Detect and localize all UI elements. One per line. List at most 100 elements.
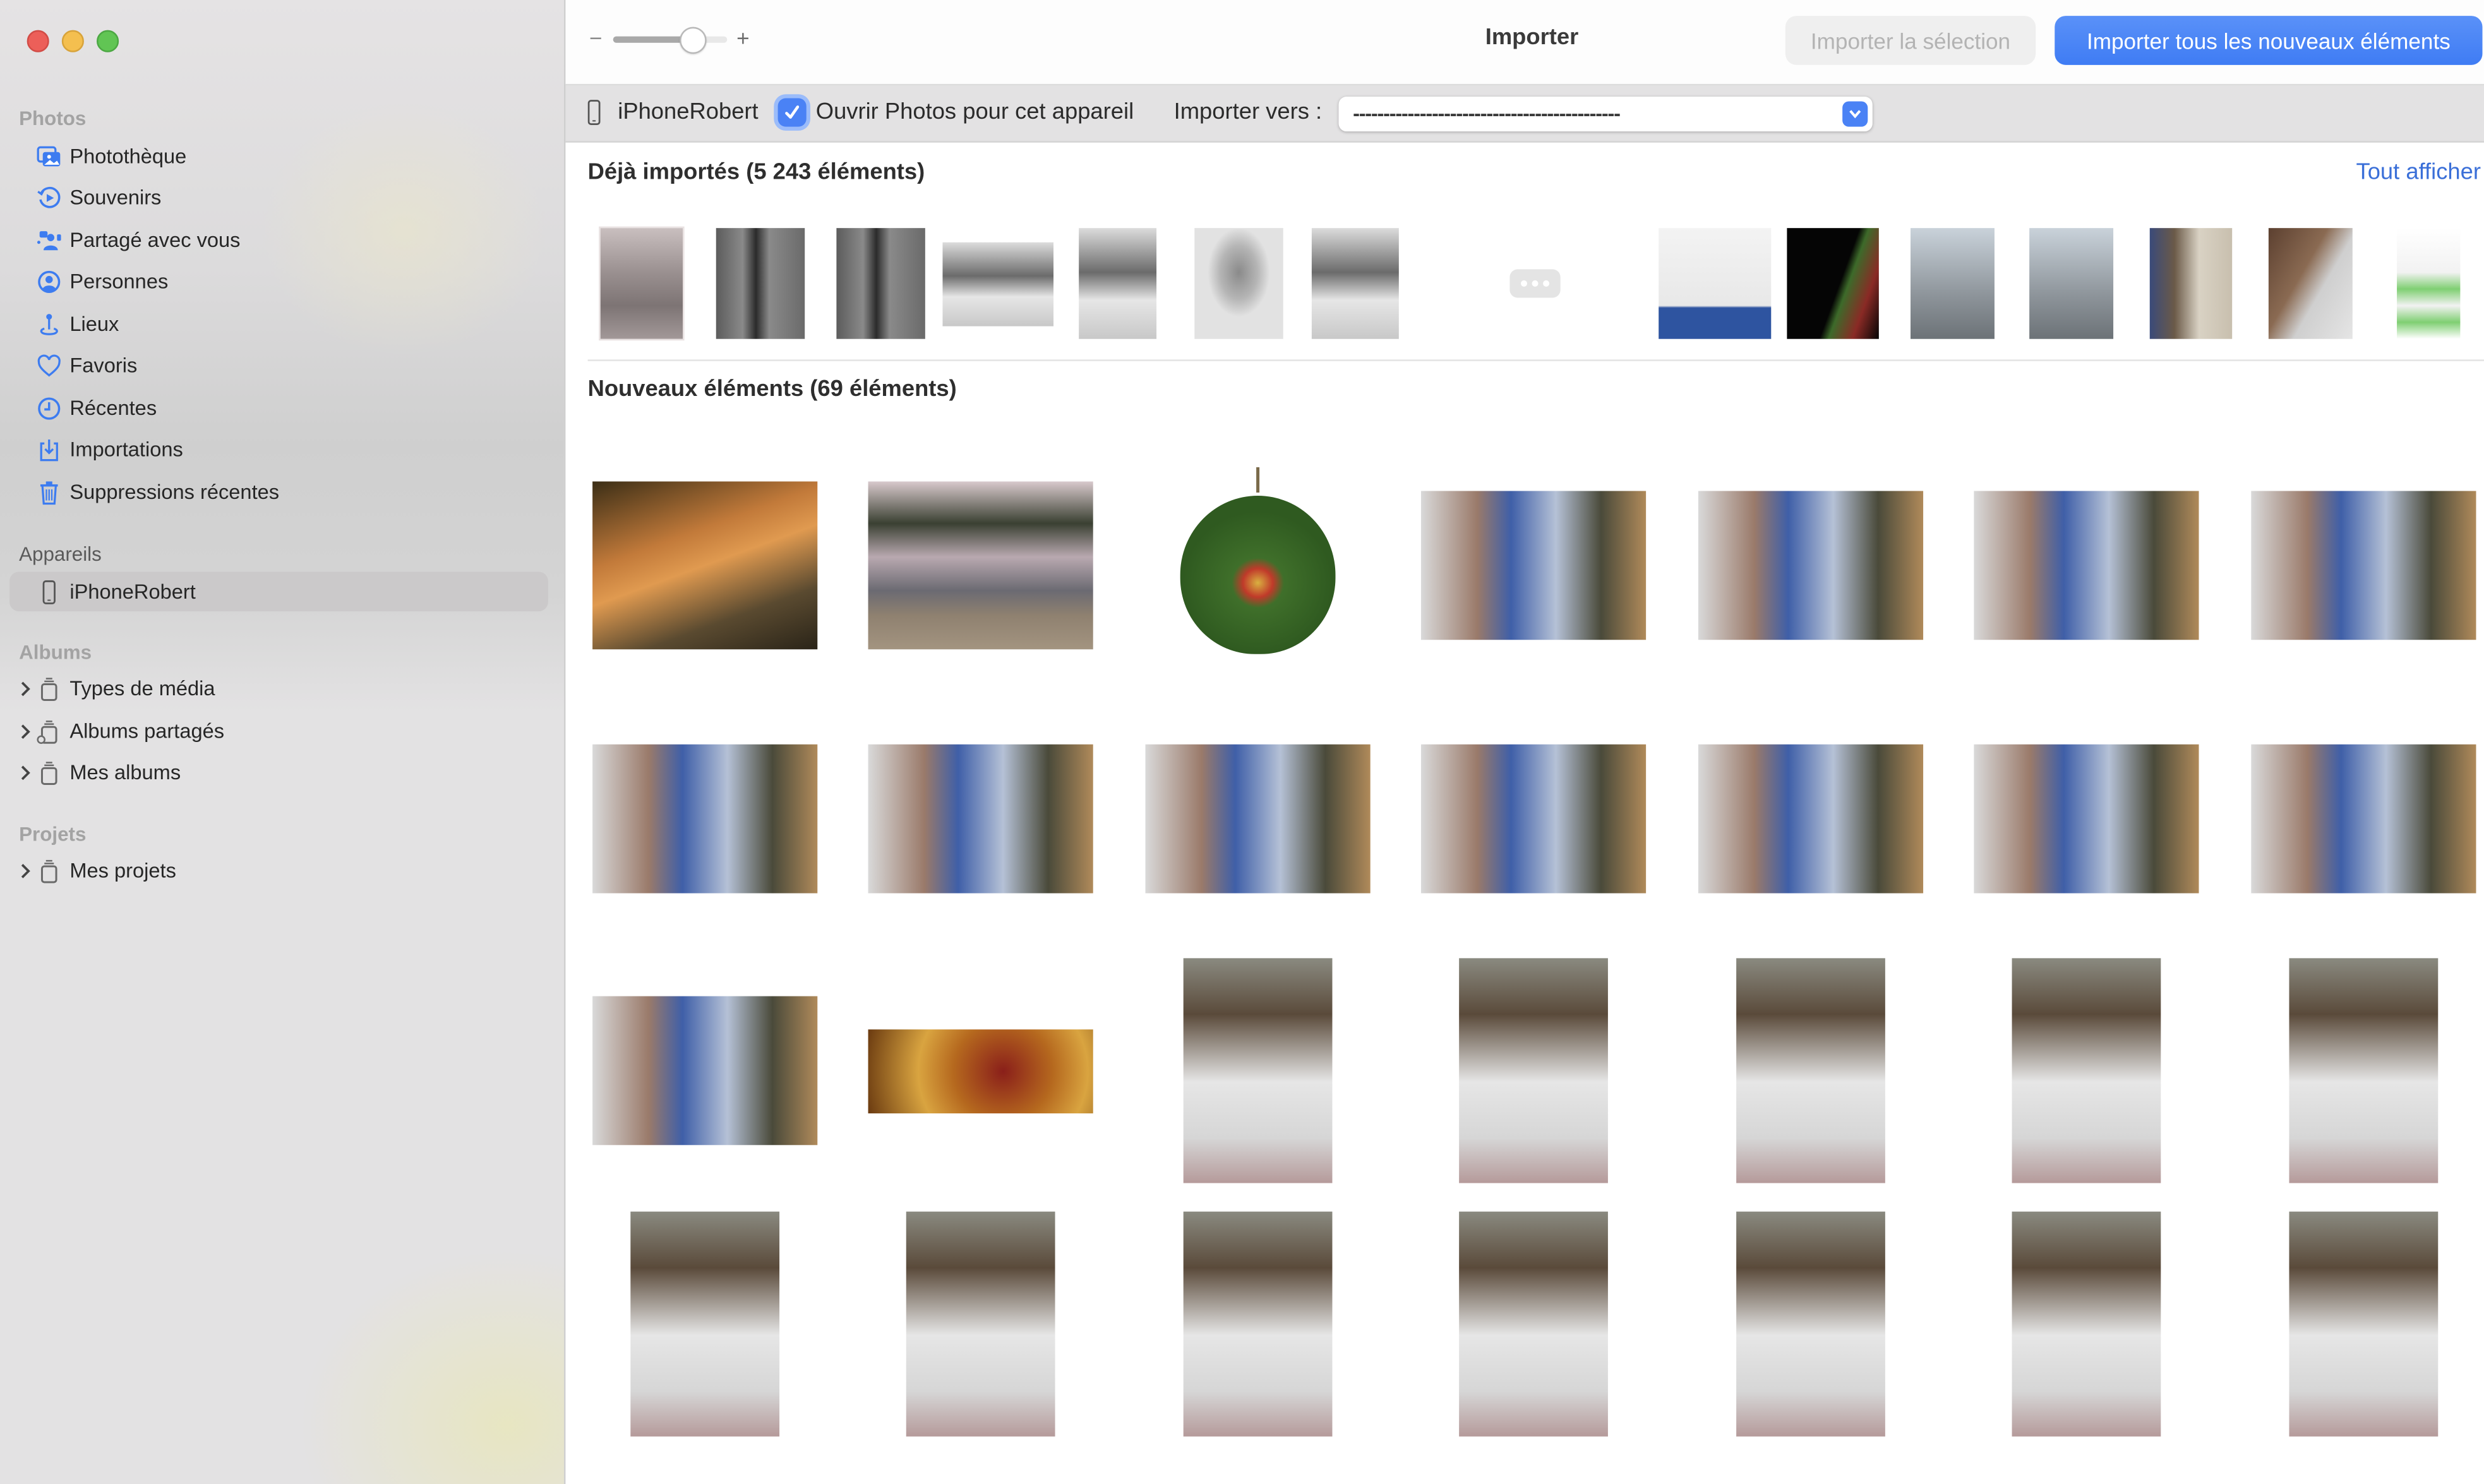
new-photo-thumbnail[interactable]	[1459, 1211, 1608, 1437]
new-photo-thumbnail[interactable]	[592, 996, 818, 1146]
imported-thumbnail[interactable]	[836, 228, 925, 339]
photo-library-icon	[37, 143, 62, 169]
sidebar-item-label: Récentes	[69, 396, 157, 420]
sidebar-item-phototheque[interactable]: Photothèque	[9, 136, 548, 176]
new-photo-thumbnail[interactable]	[2012, 958, 2161, 1183]
sidebar-item-recentes[interactable]: Récentes	[9, 388, 548, 428]
import-all-new-button[interactable]: Importer tous les nouveaux éléments	[2055, 16, 2483, 65]
new-photo-thumbnail[interactable]	[906, 1211, 1055, 1437]
sidebar-section-photos: Photos	[19, 107, 87, 130]
zoom-window-button[interactable]	[97, 30, 119, 52]
more-items-indicator[interactable]	[1509, 269, 1561, 298]
sidebar-item-label: Souvenirs	[69, 185, 162, 210]
window-title: Importer	[1485, 25, 1579, 51]
toolbar: − + Importer Importer la sélection Impor…	[565, 0, 2484, 86]
imported-thumbnail[interactable]	[1911, 228, 1995, 339]
new-photo-thumbnail[interactable]	[592, 481, 818, 650]
sidebar-item-partage-avec-vous[interactable]: Partagé avec vous	[9, 220, 548, 260]
open-photos-label[interactable]: Ouvrir Photos pour cet appareil	[816, 100, 1134, 125]
show-all-link[interactable]: Tout afficher	[2356, 160, 2481, 185]
slider-thumb[interactable]	[680, 27, 707, 54]
chevron-right-icon[interactable]	[18, 676, 33, 701]
imported-thumbnail[interactable]	[2268, 228, 2353, 339]
zoom-in-icon[interactable]: +	[733, 25, 752, 51]
album-stack-icon	[37, 858, 62, 883]
album-stack-icon	[37, 676, 62, 701]
new-photo-thumbnail[interactable]	[1183, 1211, 1333, 1437]
imported-thumbnail[interactable]	[2029, 228, 2114, 339]
new-photo-thumbnail[interactable]	[1183, 958, 1333, 1183]
import-to-label: Importer vers :	[1173, 100, 1323, 126]
new-photo-thumbnail[interactable]	[2289, 958, 2439, 1183]
new-photo-thumbnail[interactable]	[1736, 958, 1885, 1183]
new-photo-thumbnail[interactable]	[630, 1211, 780, 1437]
section-divider	[587, 359, 2484, 361]
new-photo-thumbnail[interactable]	[1974, 744, 2199, 894]
sidebar-item-suppressions-recentes[interactable]: Suppressions récentes	[9, 472, 548, 512]
new-items-title: Nouveaux éléments (69 éléments)	[587, 376, 957, 403]
sidebar-item-personnes[interactable]: Personnes	[9, 261, 548, 301]
sidebar: Photos Photothèque Souvenirs Partagé ave…	[0, 0, 566, 1484]
imported-thumbnail[interactable]	[1659, 228, 1772, 339]
photos-import-window: Photos Photothèque Souvenirs Partagé ave…	[0, 0, 2484, 1484]
chevron-right-icon[interactable]	[18, 718, 33, 743]
shared-album-stack-icon	[37, 718, 62, 743]
new-photo-thumbnail[interactable]	[868, 481, 1093, 650]
chevron-right-icon[interactable]	[18, 858, 33, 883]
new-photo-thumbnail[interactable]	[1736, 1211, 1885, 1437]
new-photo-thumbnail[interactable]	[868, 744, 1093, 894]
new-photo-thumbnail[interactable]	[1420, 744, 1647, 894]
new-photo-thumbnail[interactable]	[2012, 1211, 2161, 1437]
new-photo-thumbnail[interactable]	[1974, 491, 2199, 640]
new-photo-thumbnail[interactable]	[1459, 958, 1608, 1183]
chevron-down-icon[interactable]	[1842, 101, 1868, 127]
new-photo-thumbnail[interactable]	[1180, 496, 1336, 654]
sidebar-item-importations[interactable]: Importations	[9, 429, 548, 469]
open-photos-checkbox[interactable]	[777, 98, 807, 127]
new-photo-thumbnail[interactable]	[2251, 491, 2476, 640]
new-photo-thumbnail[interactable]	[1145, 744, 1371, 894]
sidebar-item-types-de-media[interactable]: Types de média	[9, 668, 548, 708]
import-selection-button[interactable]: Importer la sélection	[1785, 16, 2036, 65]
new-photo-thumbnail[interactable]	[1698, 491, 1924, 640]
thumbnail-size-slider[interactable]	[613, 36, 728, 43]
import-destination-select[interactable]: ----------------------------------------…	[1338, 96, 1873, 132]
imported-thumbnail[interactable]	[2397, 228, 2461, 339]
sidebar-item-label: Lieux	[69, 312, 119, 336]
new-photo-thumbnail[interactable]	[1420, 491, 1647, 640]
album-stack-icon	[37, 760, 62, 785]
sidebar-item-label: Importations	[69, 437, 183, 461]
new-photo-thumbnail[interactable]	[2251, 744, 2476, 894]
imported-thumbnail[interactable]	[942, 242, 1054, 326]
sidebar-item-mes-projets[interactable]: Mes projets	[9, 851, 548, 890]
new-photo-thumbnail[interactable]	[1698, 744, 1924, 894]
imported-thumbnail[interactable]	[1787, 228, 1879, 339]
sidebar-item-label: Photothèque	[69, 144, 187, 168]
sidebar-item-souvenirs[interactable]: Souvenirs	[9, 177, 548, 217]
imported-thumbnail[interactable]	[1311, 228, 1399, 339]
sidebar-item-mes-albums[interactable]: Mes albums	[9, 752, 548, 792]
memories-icon	[37, 184, 62, 210]
new-photo-thumbnail[interactable]	[2289, 1211, 2439, 1437]
heart-icon	[37, 352, 62, 378]
close-window-button[interactable]	[27, 30, 49, 52]
new-photo-thumbnail[interactable]	[868, 1028, 1093, 1113]
imported-thumbnail[interactable]	[599, 226, 685, 341]
imported-thumbnail[interactable]	[1079, 228, 1157, 339]
imported-thumbnail[interactable]	[716, 228, 805, 339]
sidebar-item-lieux[interactable]: Lieux	[9, 304, 548, 344]
sidebar-item-label: Mes projets	[69, 858, 176, 882]
sidebar-item-label: Partagé avec vous	[69, 228, 241, 252]
imported-thumbnail[interactable]	[1194, 228, 1283, 339]
sidebar-item-favoris[interactable]: Favoris	[9, 345, 548, 385]
chevron-right-icon[interactable]	[18, 760, 33, 785]
sidebar-item-albums-partages[interactable]: Albums partagés	[9, 711, 548, 751]
new-photo-thumbnail[interactable]	[592, 744, 818, 894]
clock-icon	[37, 395, 62, 421]
iphone-icon	[587, 100, 601, 126]
minimize-window-button[interactable]	[61, 30, 84, 52]
sidebar-item-label: Personnes	[69, 269, 169, 293]
zoom-out-icon[interactable]: −	[586, 25, 605, 51]
sidebar-item-iphonerobert[interactable]: iPhoneRobert	[9, 571, 548, 612]
imported-thumbnail[interactable]	[2149, 228, 2233, 339]
